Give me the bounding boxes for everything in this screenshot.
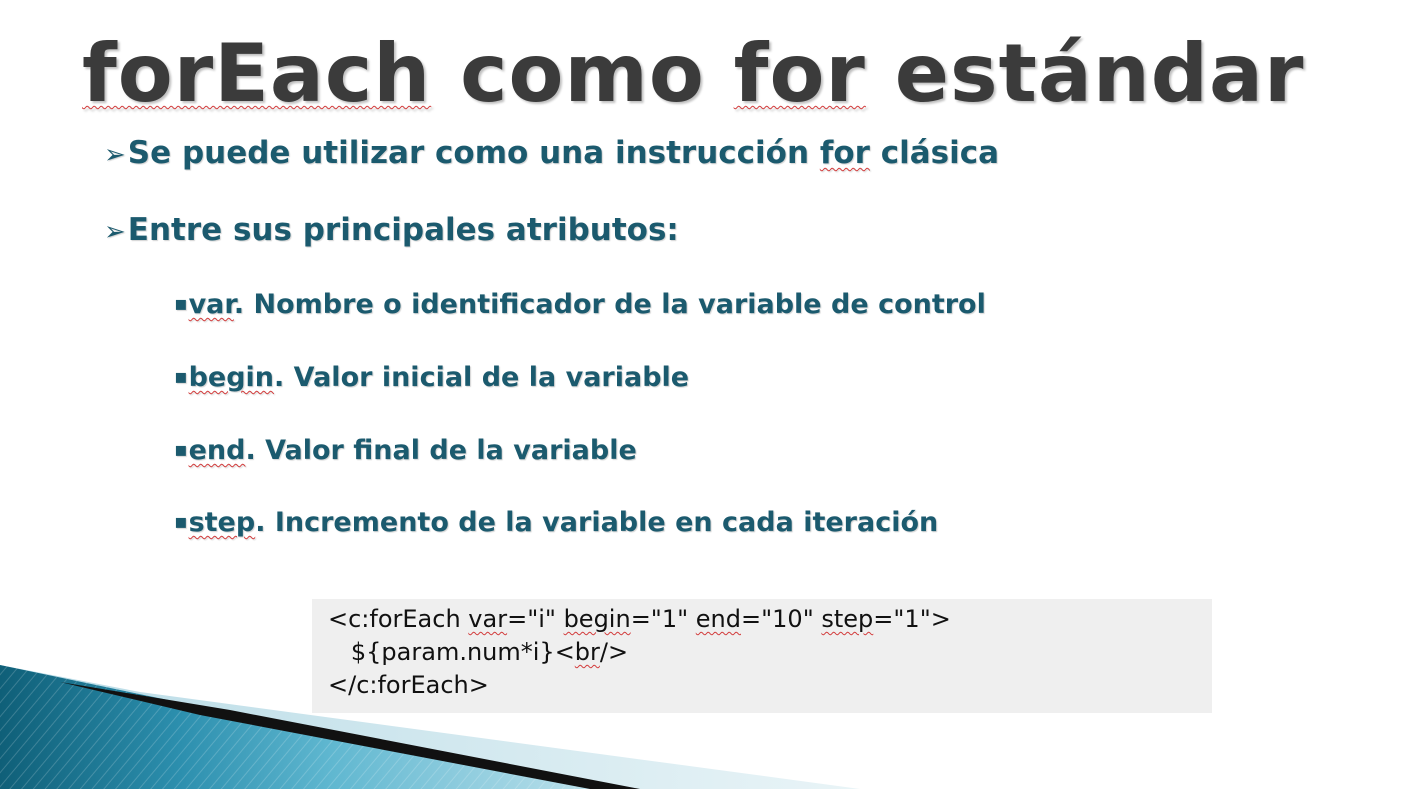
code-fragment: ="1"> bbox=[873, 605, 951, 633]
bullet-attributes-text: Entre sus principales atributos: bbox=[127, 212, 679, 248]
code-fragment: /> bbox=[599, 638, 629, 666]
attribute-description: . Valor inicial de la variable bbox=[274, 362, 690, 393]
attribute-item-end: ▪end. Valor final de la variable bbox=[174, 433, 637, 470]
attribute-description: . Valor final de la variable bbox=[245, 435, 637, 466]
code-attr-step: step bbox=[821, 605, 874, 633]
attribute-description: . Nombre o identificador de la variable … bbox=[233, 289, 986, 320]
title-como: como bbox=[431, 27, 734, 120]
arrowhead-bullet-icon: ➢ bbox=[104, 140, 126, 170]
title-for: for bbox=[733, 27, 866, 120]
bullet-classic-for-post: clásica bbox=[869, 135, 999, 171]
attribute-name: end bbox=[188, 435, 246, 466]
attribute-name: var bbox=[188, 289, 234, 320]
code-line-open-tag: <c:forEach var="i" begin="1" end="10" st… bbox=[328, 603, 951, 635]
code-line-body: ${param.num*i}<br/> bbox=[328, 636, 628, 668]
square-bullet-icon: ▪ bbox=[174, 509, 188, 533]
code-line-close-tag: </c:forEach> bbox=[328, 671, 489, 699]
attribute-item-var: ▪var. Nombre o identificador de la varia… bbox=[174, 287, 986, 324]
code-fragment: ="10" bbox=[741, 605, 822, 633]
bullet-attributes-heading: ➢Entre sus principales atributos: bbox=[104, 210, 679, 252]
code-fragment: <c:forEach bbox=[328, 605, 469, 633]
attribute-description: . Incremento de la variable en cada iter… bbox=[255, 507, 939, 538]
attribute-item-step: ▪step. Incremento de la variable en cada… bbox=[174, 505, 938, 542]
title-estandar: estándar bbox=[865, 27, 1305, 120]
code-fragment: ="i" bbox=[507, 605, 564, 633]
code-attr-begin: begin bbox=[563, 605, 631, 633]
attribute-name: step bbox=[188, 507, 256, 538]
bullet-classic-for-pre: Se puede utilizar como una instrucción bbox=[127, 135, 820, 171]
code-attr-end: end bbox=[695, 605, 741, 633]
code-example-box: <c:forEach var="i" begin="1" end="10" st… bbox=[312, 599, 1212, 713]
code-attr-var: var bbox=[468, 605, 508, 633]
slide-title: forEach como for estándar bbox=[82, 26, 1304, 122]
square-bullet-icon: ▪ bbox=[174, 291, 188, 315]
attribute-name: begin bbox=[188, 362, 275, 393]
bullet-classic-for: ➢Se puede utilizar como una instrucción … bbox=[104, 133, 999, 175]
square-bullet-icon: ▪ bbox=[174, 364, 188, 388]
title-foreach: forEach bbox=[82, 27, 432, 120]
square-bullet-icon: ▪ bbox=[174, 437, 188, 461]
bullet-classic-for-term: for bbox=[819, 135, 870, 171]
attribute-item-begin: ▪begin. Valor inicial de la variable bbox=[174, 360, 689, 397]
arrowhead-bullet-icon: ➢ bbox=[104, 217, 126, 247]
code-fragment: ${param.num*i}< bbox=[328, 638, 575, 666]
code-fragment: ="1" bbox=[630, 605, 696, 633]
code-tag-br: br bbox=[574, 638, 600, 666]
